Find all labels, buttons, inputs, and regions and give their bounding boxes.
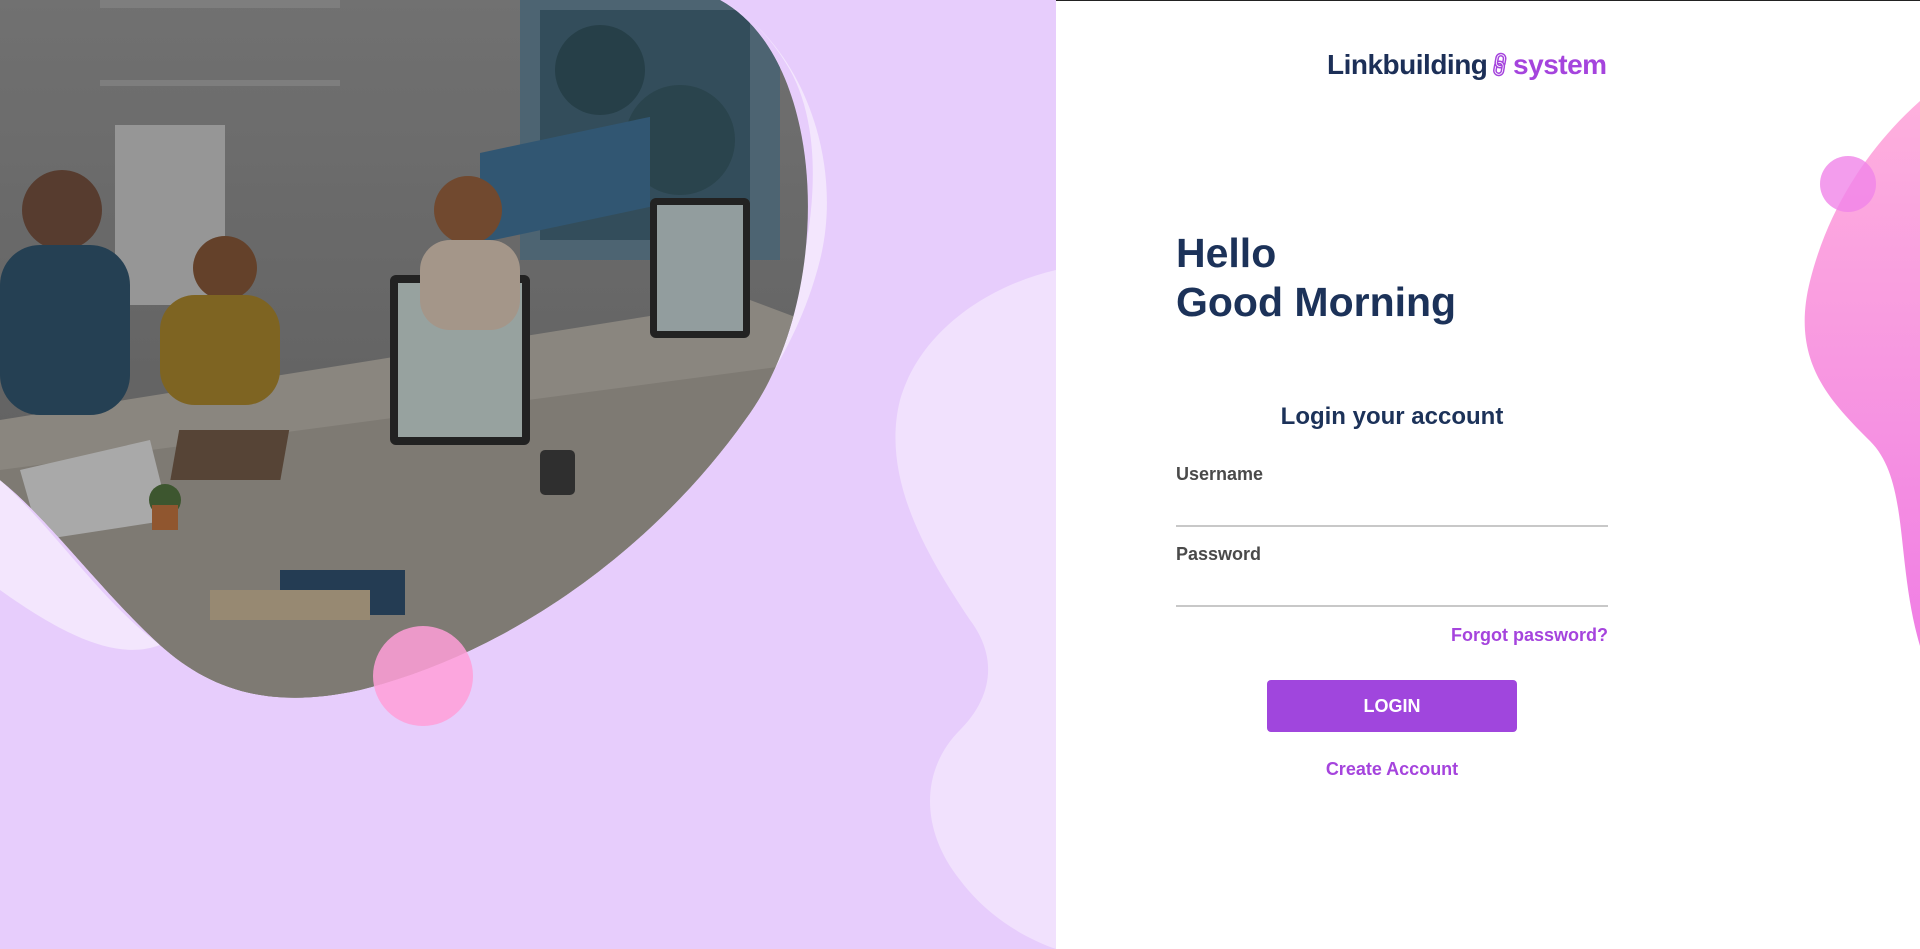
office-photo — [0, 0, 808, 698]
hero-illustration — [0, 0, 1056, 949]
login-button[interactable]: LOGIN — [1267, 680, 1517, 732]
username-label: Username — [1176, 464, 1264, 484]
login-title: Login your account — [1280, 403, 1504, 430]
username-input[interactable] — [1176, 495, 1608, 527]
login-panel: Linkbuilding 🔗︎ system Hello Good Mornin… — [1056, 0, 1920, 949]
greeting-line2: Good Morning — [1176, 279, 1457, 325]
forgot-password-link[interactable]: Forgot password? — [1176, 625, 1608, 646]
hero-wave-right — [895, 270, 1056, 949]
brand-logo[interactable]: Linkbuilding 🔗︎ system — [1327, 49, 1607, 81]
brand-name-part2: system — [1513, 49, 1607, 80]
create-account-link[interactable]: Create Account — [1176, 759, 1608, 780]
hero-pink-circle — [373, 626, 473, 726]
greeting-heading: Hello Good Morning — [1176, 229, 1456, 327]
brand-name-part1: Linkbuilding — [1327, 49, 1488, 80]
greeting-line1: Hello — [1176, 230, 1277, 276]
password-label: Password — [1176, 544, 1262, 564]
password-input[interactable] — [1176, 575, 1608, 607]
decorative-pink-blob — [1804, 101, 1920, 646]
link-icon: 🔗︎ — [1484, 50, 1517, 81]
hero-panel — [0, 0, 1056, 949]
